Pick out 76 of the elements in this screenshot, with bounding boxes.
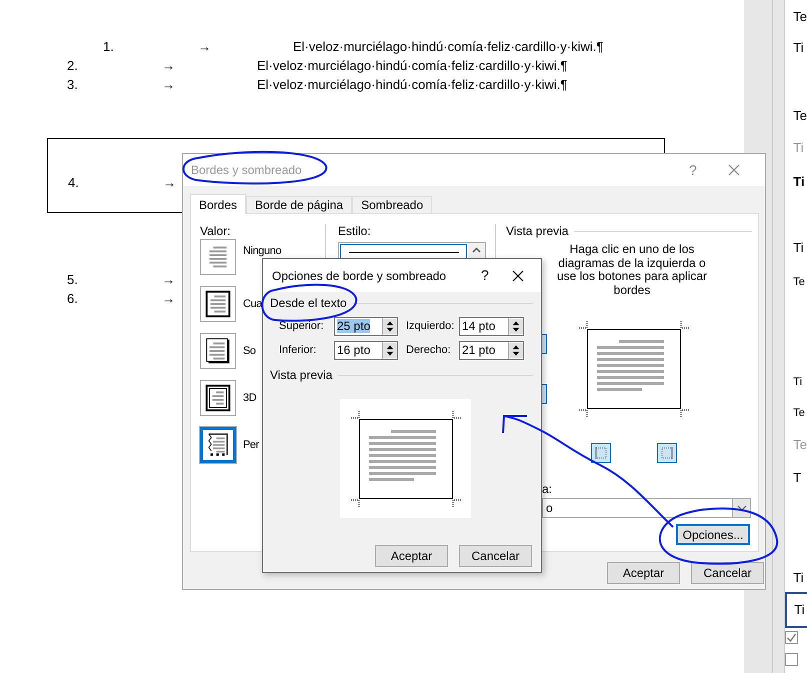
spin-arrows-icon[interactable] — [382, 318, 397, 335]
left-border-button[interactable] — [591, 443, 611, 463]
style-label: Estilo: — [338, 224, 372, 238]
dialog-button[interactable]: Cancelar — [459, 545, 532, 567]
help-button[interactable]: ? — [689, 160, 703, 180]
spin-field[interactable]: 21 pto — [459, 341, 524, 360]
scroll-up-icon[interactable] — [472, 247, 481, 253]
style-item[interactable]: Ti — [785, 570, 807, 586]
shadowed-page-icon[interactable] — [200, 333, 236, 369]
checkbox[interactable] — [785, 653, 798, 666]
dialog-button[interactable]: Aceptar — [375, 545, 448, 567]
spin-arrows-icon[interactable] — [508, 318, 523, 335]
value-label: Valor: — [200, 224, 232, 238]
style-item[interactable]: Ti — [785, 374, 807, 390]
double-bordered-page-icon[interactable] — [200, 380, 236, 416]
spin-field[interactable]: 16 pto — [334, 341, 398, 360]
tab-mark: → — [162, 270, 175, 289]
dialog-title: Bordes y sombreado — [191, 162, 302, 179]
tab-mark: → — [198, 38, 211, 56]
style-item[interactable]: Ti — [785, 174, 807, 190]
list-number: 1. — [103, 38, 115, 56]
margin-label: Izquierdo: — [406, 319, 454, 334]
value-option-label: So — [243, 344, 256, 359]
style-item[interactable]: Ti — [785, 592, 807, 628]
tab[interactable]: Sombreado — [352, 196, 432, 213]
list-number: 2. — [67, 56, 79, 75]
spin-arrows-icon[interactable] — [508, 342, 523, 359]
paragraph-text: El·veloz·murciélago·hindú·comía·feliz·cardillo·y·kiwi.¶ — [257, 56, 568, 75]
options-button[interactable]: Opciones... — [676, 524, 750, 545]
value-option-label: Ninguno — [243, 244, 282, 259]
apply-to-label: a: — [542, 482, 554, 496]
section-heading: Desde el texto — [270, 295, 347, 312]
checkbox[interactable] — [785, 631, 798, 644]
tab[interactable]: Borde de página — [246, 196, 352, 213]
style-item[interactable]: Te — [785, 274, 807, 290]
right-border-button[interactable] — [657, 443, 677, 463]
list-number: 3. — [67, 76, 79, 94]
dialog-button[interactable]: Aceptar — [607, 562, 680, 584]
spin-field[interactable]: 25 pto — [334, 317, 398, 336]
value-option-label: Cua — [243, 296, 262, 312]
dialog-button[interactable]: Cancelar — [691, 562, 764, 584]
chevron-down-icon — [736, 505, 746, 511]
margin-label: Inferior: — [279, 343, 316, 358]
style-item[interactable]: Te — [785, 405, 807, 421]
margin-label: Superior: — [279, 319, 324, 334]
solid-line-icon — [348, 252, 458, 254]
spin-field[interactable]: 14 pto — [459, 317, 524, 336]
close-icon[interactable] — [512, 270, 524, 282]
margin-label: Derecho: — [406, 343, 451, 358]
style-item[interactable]: Ti — [785, 240, 807, 256]
boxed-page-icon[interactable] — [200, 286, 236, 322]
list-number: 6. — [67, 290, 79, 308]
tab-mark: → — [162, 290, 175, 308]
page-lines-icon[interactable] — [200, 239, 236, 275]
preview-label: Vista previa — [270, 367, 332, 384]
tab-mark: → — [162, 56, 175, 75]
list-number: 4. — [68, 174, 80, 192]
apply-to-dropdown[interactable]: o — [542, 498, 751, 518]
dialog-title: Opciones de borde y sombreado — [272, 268, 446, 284]
value-option-label: 3D — [243, 390, 256, 406]
spin-arrows-icon[interactable] — [382, 342, 397, 359]
list-number: 5. — [67, 270, 79, 289]
value-option-label: Per — [243, 438, 259, 453]
style-item[interactable]: Te — [785, 9, 807, 25]
style-item[interactable]: T — [785, 470, 807, 486]
paragraph-text: El·veloz·murciélago·hindú·comía·feliz·cardillo·y·kiwi.¶ — [293, 38, 604, 56]
custom-border-page-icon[interactable] — [200, 427, 236, 463]
preview-instructions: Haga clic en uno de los diagramas de la izquierda o use los botones para aplicar bordes — [556, 243, 708, 297]
tab[interactable]: Bordes — [190, 194, 246, 214]
tab-mark: → — [163, 174, 176, 192]
paragraph-text: El·veloz·murciélago·hindú·comía·feliz·cardillo·y·kiwi.¶ — [257, 76, 568, 94]
help-button[interactable]: ? — [481, 265, 495, 286]
tab-mark: → — [162, 76, 175, 94]
style-item[interactable]: Te — [785, 108, 807, 124]
style-item[interactable]: Ti — [785, 40, 807, 56]
preview-label: Vista previa — [506, 223, 568, 240]
